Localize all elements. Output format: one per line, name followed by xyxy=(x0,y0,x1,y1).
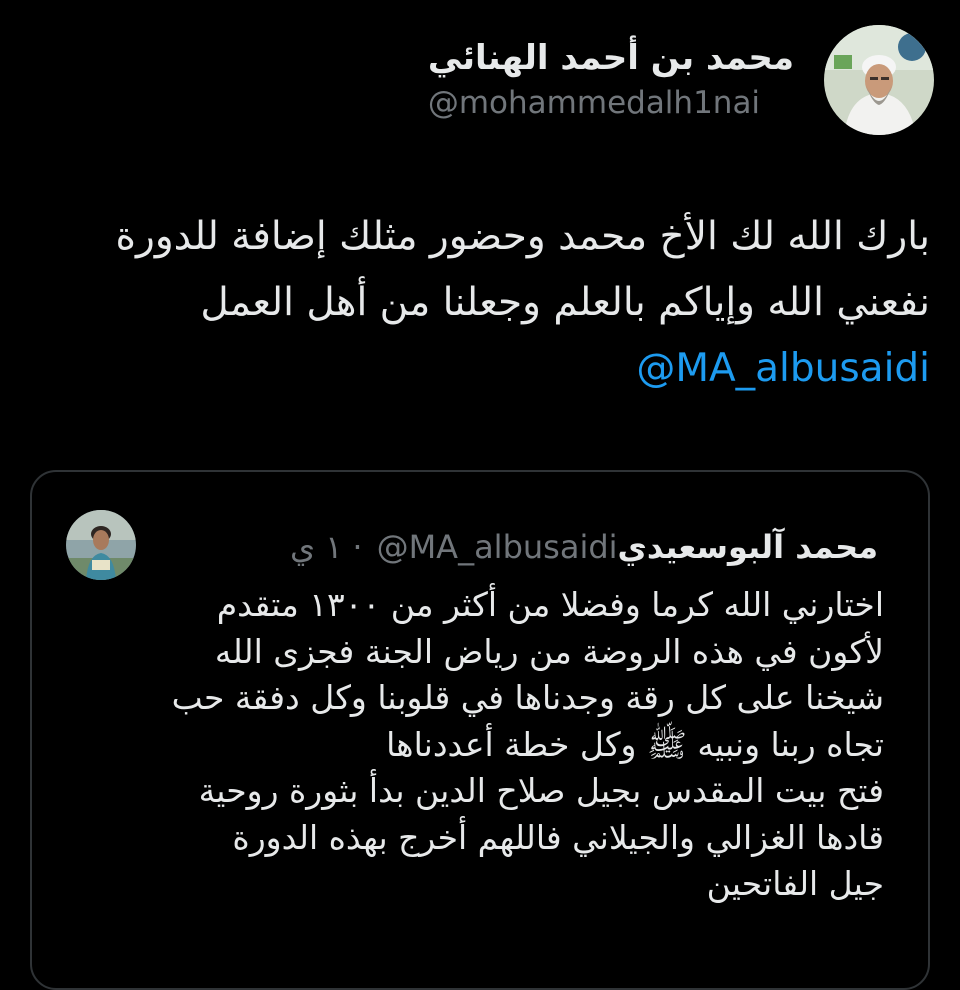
quoted-text-line: شيخنا على كل رقة وجدناها في قلوبنا وكل د… xyxy=(171,678,884,717)
quoted-tweet[interactable]: محمد آلبوسعيدي @MA_albusaidi · ١ ي اختار… xyxy=(30,470,930,990)
quoted-text-line: فتح بيت المقدس بجيل صلاح الدين بدأ بثورة… xyxy=(198,771,884,810)
profile-photo-icon xyxy=(66,510,136,580)
quoted-header: محمد آلبوسعيدي @MA_albusaidi · ١ ي xyxy=(284,512,878,582)
quoted-text: اختارني الله كرما وفضلا من أكثر من ١٣٠٠ … xyxy=(64,582,884,908)
quoted-text-line: جيل الفاتحين xyxy=(706,864,884,903)
tweet-body: بارك الله لك الأخ محمد وحضور مثلك إضافة … xyxy=(115,214,930,325)
quoted-timestamp[interactable]: ١ ي xyxy=(290,528,342,566)
quoted-author-avatar[interactable] xyxy=(66,510,136,580)
quoted-text-line: اختارني الله كرما وفضلا من أكثر من ١٣٠٠ … xyxy=(216,585,884,624)
quoted-text-line: قادها الغزالي والجيلاني فاللهم أخرج بهذه… xyxy=(232,817,884,857)
quoted-display-name[interactable]: محمد آلبوسعيدي xyxy=(618,528,878,566)
tweet: محمد بن أحمد الهنائي @mohammedalh1nai با… xyxy=(0,0,960,990)
separator-dot: · xyxy=(352,528,363,566)
author-avatar[interactable] xyxy=(824,25,934,135)
tweet-text: بارك الله لك الأخ محمد وحضور مثلك إضافة … xyxy=(70,204,930,402)
profile-photo-icon xyxy=(824,25,934,135)
tweet-header: محمد بن أحمد الهنائي @mohammedalh1nai xyxy=(428,24,934,136)
author-names: محمد بن أحمد الهنائي @mohammedalh1nai xyxy=(428,36,794,124)
quoted-text-line: لأكون في هذه الروضة من رياض الجنة فجزى ا… xyxy=(214,631,884,671)
quoted-text-line: تجاه ربنا ونبيه ﷺ وكل خطة أعددناها xyxy=(386,724,884,764)
mention-link[interactable]: @MA_albusaidi xyxy=(636,346,930,391)
author-handle[interactable]: @mohammedalh1nai xyxy=(428,82,760,124)
quoted-handle[interactable]: @MA_albusaidi xyxy=(377,528,618,566)
author-display-name[interactable]: محمد بن أحمد الهنائي xyxy=(428,36,794,80)
